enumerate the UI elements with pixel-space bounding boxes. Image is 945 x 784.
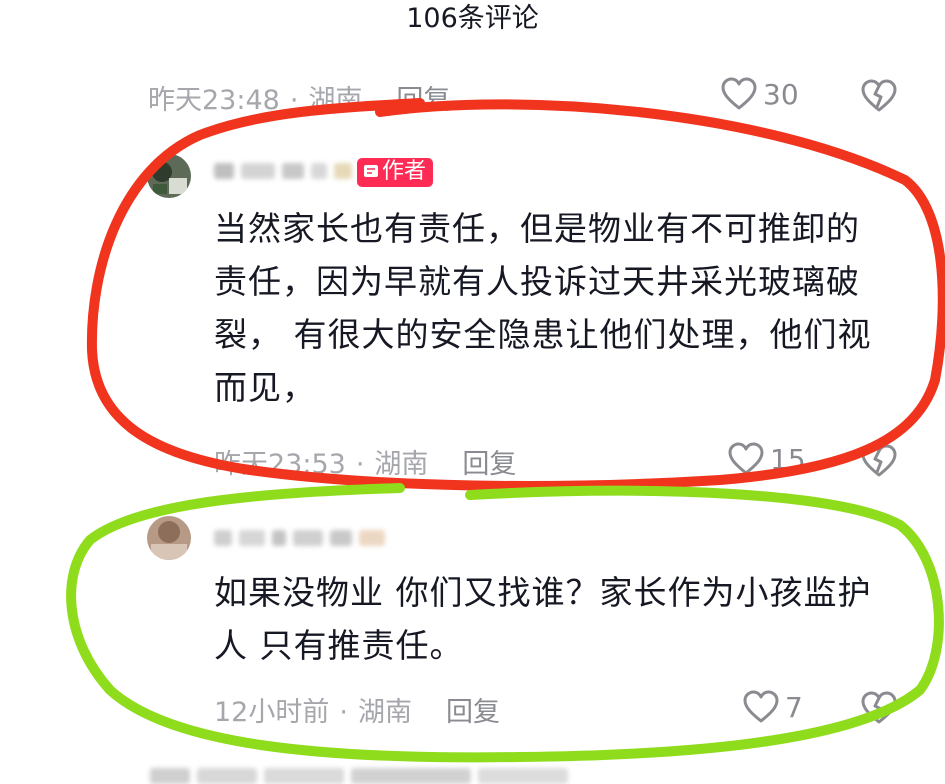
avatar[interactable] xyxy=(147,154,191,198)
comment-location: 湖南 xyxy=(374,449,429,480)
heart-icon xyxy=(743,690,779,723)
broken-heart-icon xyxy=(861,691,897,724)
reply-button[interactable]: 回复 xyxy=(446,697,500,728)
dislike-button[interactable] xyxy=(861,444,897,478)
heart-icon xyxy=(721,77,757,110)
comment-time: 昨天23:53 xyxy=(214,449,346,480)
comment-text: 如果没物业 你们又找谁？家长作为小孩监护 人 只有推责任。 xyxy=(214,566,914,672)
username-blurred[interactable] xyxy=(214,530,385,546)
dislike-button[interactable] xyxy=(861,79,897,113)
comment-count-title: 106条评论 xyxy=(406,3,539,34)
like-button[interactable]: 7 xyxy=(743,690,803,724)
broken-heart-icon xyxy=(861,79,897,112)
avatar-image xyxy=(147,154,191,198)
comment-location: 湖南 xyxy=(357,697,412,728)
comment-text-line: 人 只有推责任。 xyxy=(214,626,464,665)
comment-text-line: 裂， 有很大的安全隐患让他们处理，他们视 xyxy=(214,315,872,354)
comment-time: 昨天23:48 xyxy=(148,85,280,116)
avatar[interactable] xyxy=(147,516,191,560)
separator-dot: · xyxy=(339,697,348,728)
dislike-button[interactable] xyxy=(861,691,897,725)
comment-meta: 昨天23:48 · 湖南 回复 xyxy=(148,78,450,117)
comment-text-line: 当然家长也有责任，但是物业有不可推卸的 xyxy=(214,209,860,248)
comment-text: 当然家长也有责任，但是物业有不可推卸的 责任，因为早就有人投诉过天井采光玻璃破 … xyxy=(214,202,914,414)
author-badge-label: 作者 xyxy=(382,159,427,184)
reply-button[interactable]: 回复 xyxy=(462,449,516,480)
avatar-image xyxy=(147,516,191,560)
heart-icon xyxy=(728,442,764,475)
like-button[interactable]: 30 xyxy=(721,77,799,111)
comment-text-line: 而见， xyxy=(214,368,316,407)
separator-dot: · xyxy=(289,85,299,116)
like-count: 7 xyxy=(785,690,803,724)
like-button[interactable]: 15 xyxy=(728,442,806,476)
separator-dot: · xyxy=(355,449,365,480)
author-badge: 作者 xyxy=(357,158,434,187)
username-blurred[interactable] xyxy=(214,163,352,179)
comment-text-line: 责任，因为早就有人投诉过天井采光玻璃破 xyxy=(214,262,860,301)
like-count: 30 xyxy=(763,77,799,111)
broken-heart-icon xyxy=(861,444,897,477)
pen-icon xyxy=(364,165,378,177)
comment-meta: 12小时前 · 湖南 回复 xyxy=(214,690,500,729)
comment-location: 湖南 xyxy=(308,85,363,116)
comment-meta: 昨天23:53 · 湖南 回复 xyxy=(214,442,516,481)
reply-button[interactable]: 回复 xyxy=(396,85,450,116)
comment-text-line: 如果没物业 你们又找谁？家长作为小孩监护 xyxy=(214,573,872,612)
comment-time: 12小时前 xyxy=(214,697,330,728)
next-comment-blurred xyxy=(150,768,568,784)
like-count: 15 xyxy=(770,442,806,476)
